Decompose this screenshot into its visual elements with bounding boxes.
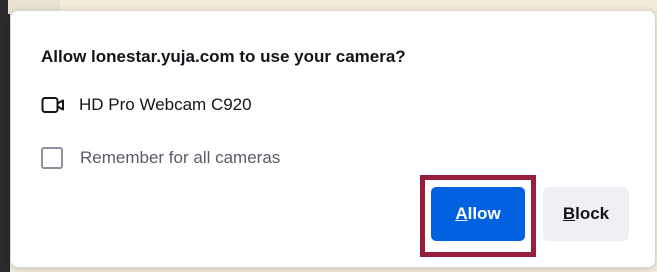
dialog-title: Allow lonestar.yuja.com to use your came… [41, 47, 406, 66]
block-accesskey: B [562, 204, 576, 223]
remember-label[interactable]: Remember for all cameras [80, 148, 280, 168]
camera-permission-dialog: Allow lonestar.yuja.com to use your came… [10, 10, 656, 268]
remember-checkbox[interactable] [41, 147, 63, 169]
block-label-rest: lock [575, 204, 610, 223]
device-name: HD Pro Webcam C920 [79, 95, 252, 114]
allow-button[interactable]: Allow [431, 187, 525, 241]
background-window-edge [0, 0, 10, 272]
allow-accesskey: A [455, 204, 468, 223]
device-row: HD Pro Webcam C920 [41, 94, 252, 116]
block-button[interactable]: Block [543, 187, 629, 241]
camera-icon [41, 96, 65, 114]
remember-row: Remember for all cameras [41, 145, 280, 171]
allow-label-rest: llow [467, 204, 501, 223]
